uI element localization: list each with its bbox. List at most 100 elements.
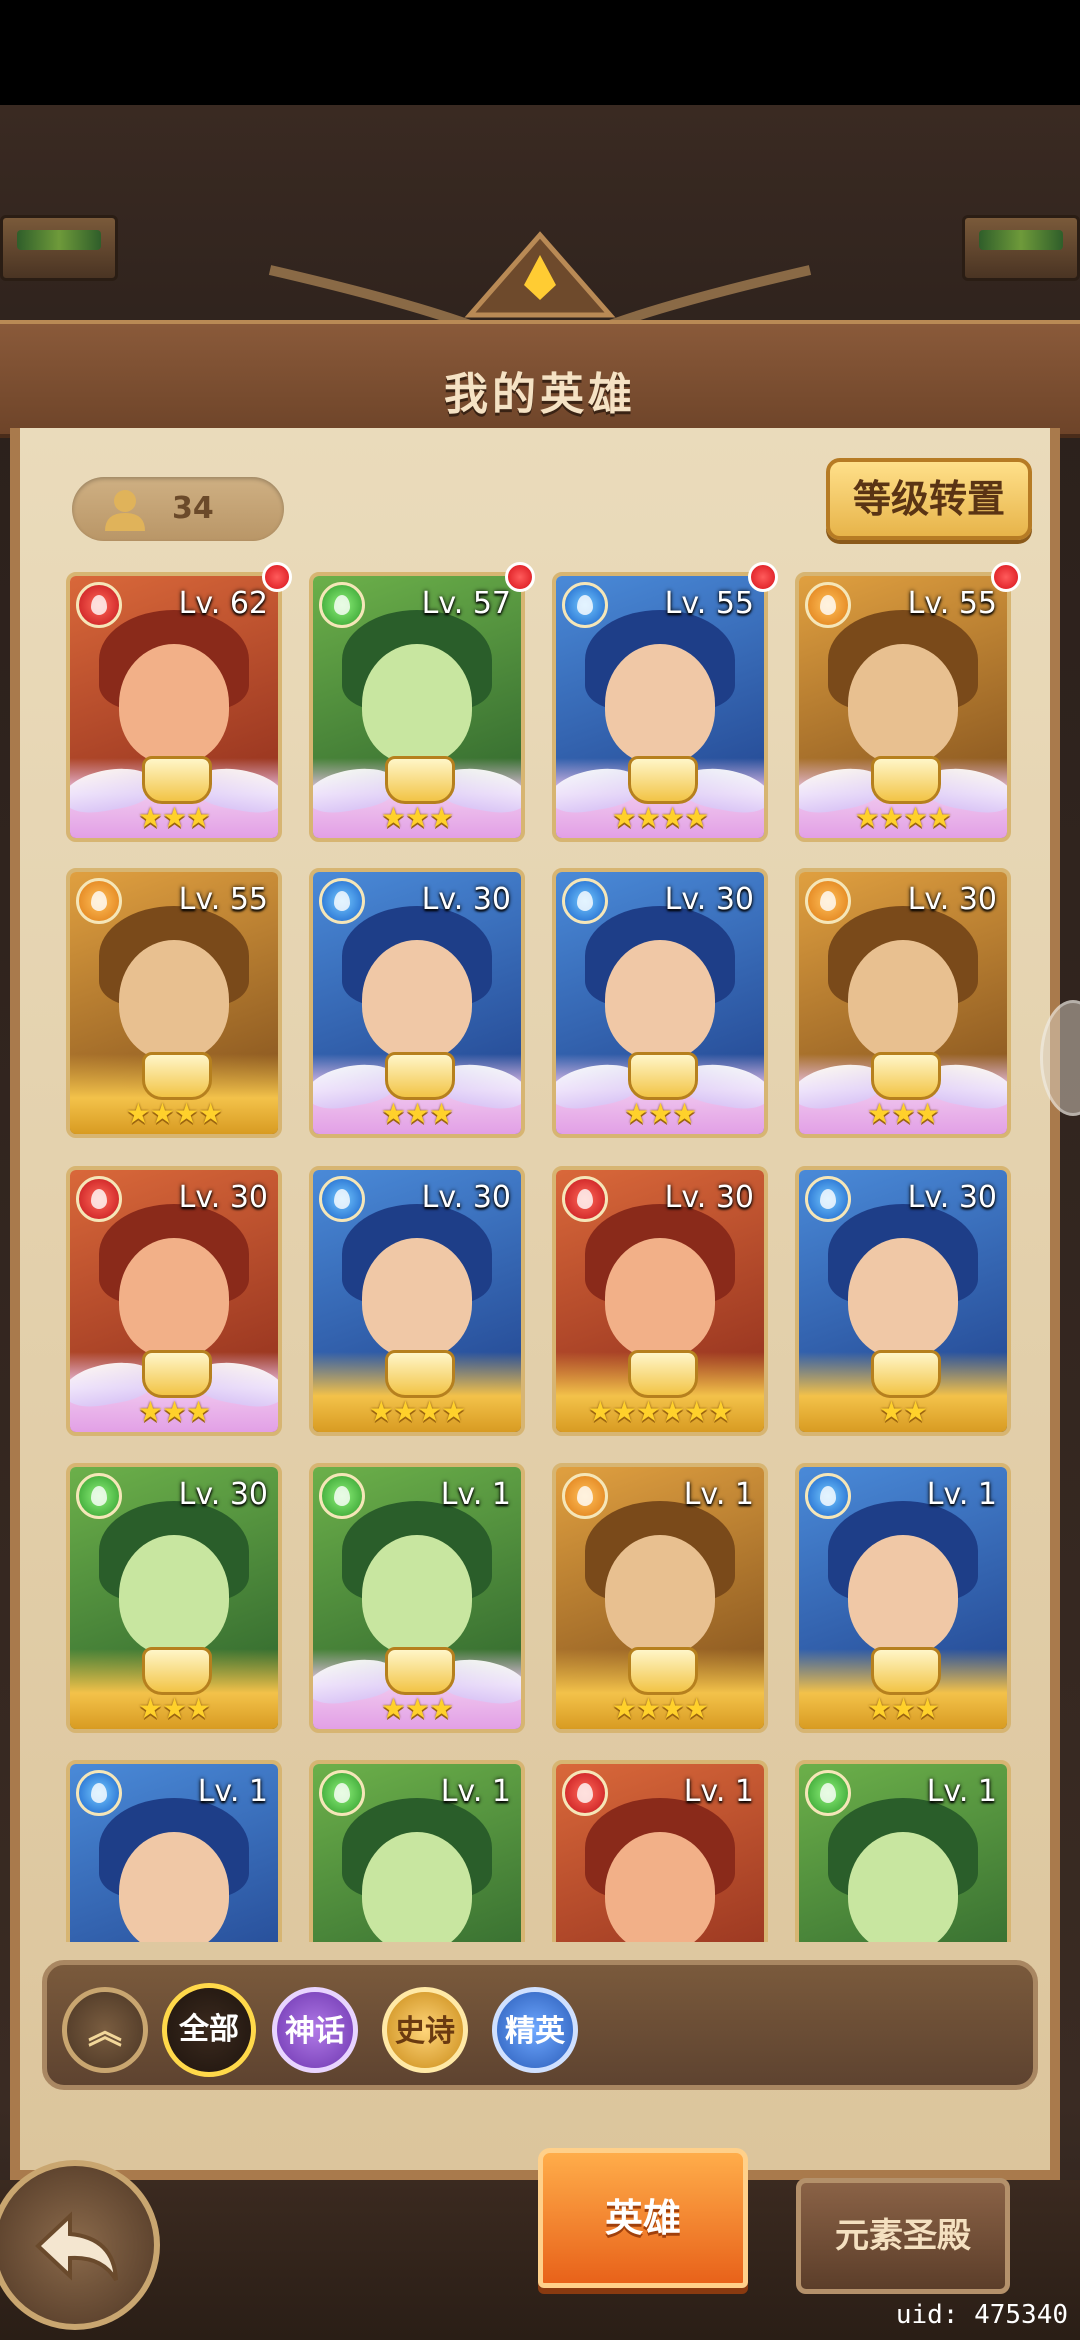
level-transfer-button[interactable]: 等级转置 xyxy=(826,458,1032,540)
rank-badge-icon xyxy=(385,1052,455,1100)
hero-level: Lv. 1 xyxy=(683,1774,754,1809)
uid-label: uid: 475340 xyxy=(895,2300,1068,2330)
hero-level: Lv. 1 xyxy=(440,1774,511,1809)
hero-level: Lv. 55 xyxy=(664,586,754,621)
star-rating: ★★★★ xyxy=(611,1692,709,1725)
hero-card[interactable]: Lv. 1 xyxy=(66,1760,282,1942)
hero-card[interactable]: ★★★ Lv. 30 xyxy=(552,868,768,1138)
star-rating: ★★★ xyxy=(623,1097,697,1130)
hero-grid: ★★★ Lv. 62 ★★★ Lv. 57 ★★★★ Lv. 55 ★★★★ Lv. 55 ★★… xyxy=(66,572,1016,1942)
tab-heroes[interactable]: 英雄 xyxy=(538,2148,748,2288)
rank-badge-icon xyxy=(628,1350,698,1398)
hero-card[interactable]: ★★★ Lv. 57 xyxy=(309,572,525,842)
star-rating: ★★★ xyxy=(137,801,211,834)
rank-badge-icon xyxy=(871,1052,941,1100)
star-rating: ★★★ xyxy=(380,1692,454,1725)
hero-card[interactable]: ★★★★ Lv. 55 xyxy=(66,868,282,1138)
wind-element-icon xyxy=(319,582,365,628)
water-element-icon xyxy=(319,1176,365,1222)
hero-level: Lv. 1 xyxy=(683,1477,754,1512)
new-notification-dot xyxy=(748,562,778,592)
page-title: 我的英雄 xyxy=(444,369,636,420)
hero-card[interactable]: ★★★ Lv. 30 xyxy=(309,868,525,1138)
hero-level: Lv. 1 xyxy=(440,1477,511,1512)
earth-element-icon xyxy=(76,878,122,924)
hero-count-value: 34 xyxy=(172,491,214,526)
hero-level: Lv. 55 xyxy=(178,882,268,917)
fire-element-icon xyxy=(76,582,122,628)
person-icon xyxy=(105,490,145,531)
hero-card[interactable]: ★★★★ Lv. 55 xyxy=(795,572,1011,842)
hero-card[interactable]: ★★★ Lv. 30 xyxy=(795,868,1011,1138)
water-element-icon xyxy=(805,1473,851,1519)
wind-element-icon xyxy=(805,1770,851,1816)
rank-badge-icon xyxy=(385,1350,455,1398)
hero-level: Lv. 1 xyxy=(926,1774,997,1809)
hero-card[interactable]: ★★★★ Lv. 1 xyxy=(552,1463,768,1733)
rank-badge-icon xyxy=(385,756,455,804)
hero-card[interactable]: ★★★★★★ Lv. 30 xyxy=(552,1166,768,1436)
hero-level: Lv. 30 xyxy=(178,1477,268,1512)
hero-card[interactable]: Lv. 1 xyxy=(309,1760,525,1942)
water-element-icon xyxy=(562,582,608,628)
hero-count-pill: 34 xyxy=(72,477,284,541)
star-rating: ★★★★ xyxy=(611,801,709,834)
tab-heroes-label: 英雄 xyxy=(604,2196,681,2240)
hero-level: Lv. 55 xyxy=(907,586,997,621)
wind-element-icon xyxy=(319,1770,365,1816)
hero-level: Lv. 30 xyxy=(421,1180,511,1215)
rank-badge-icon xyxy=(628,1647,698,1695)
rank-badge-icon xyxy=(142,1647,212,1695)
rank-badge-icon xyxy=(871,1350,941,1398)
filter-epic-button[interactable]: 史诗 xyxy=(382,1987,468,2073)
filter-all-button[interactable]: 全部 xyxy=(162,1983,256,2077)
star-rating: ★★★★ xyxy=(368,1395,466,1428)
hero-card[interactable]: ★★★ Lv. 30 xyxy=(66,1166,282,1436)
hero-card[interactable]: ★★★ Lv. 1 xyxy=(309,1463,525,1733)
level-transfer-label: 等级转置 xyxy=(852,477,1005,521)
wind-element-icon xyxy=(76,1473,122,1519)
fire-element-icon xyxy=(562,1176,608,1222)
hero-level: Lv. 1 xyxy=(926,1477,997,1512)
hero-level: Lv. 30 xyxy=(664,1180,754,1215)
rank-badge-icon xyxy=(385,1647,455,1695)
star-rating: ★★★ xyxy=(866,1692,940,1725)
hero-card[interactable]: ★★★ Lv. 62 xyxy=(66,572,282,842)
hero-level: Lv. 30 xyxy=(907,882,997,917)
earth-element-icon xyxy=(562,1473,608,1519)
rank-badge-icon xyxy=(142,1052,212,1100)
status-bar xyxy=(0,0,1080,105)
hero-card[interactable]: Lv. 1 xyxy=(552,1760,768,1942)
hero-card[interactable]: ★★★ Lv. 1 xyxy=(795,1463,1011,1733)
tab-elemental-temple[interactable]: 元素圣殿 xyxy=(796,2178,1010,2294)
collapse-chevron-icon[interactable]: ︽ xyxy=(62,1987,148,2073)
tab-elemental-temple-label: 元素圣殿 xyxy=(835,2216,971,2256)
hero-card[interactable]: ★★★★ Lv. 30 xyxy=(309,1166,525,1436)
rarity-filter-bar: ︽ 全部 神话 史诗 精英 xyxy=(42,1960,1038,2090)
rank-badge-icon xyxy=(142,756,212,804)
earth-element-icon xyxy=(805,878,851,924)
fire-element-icon xyxy=(562,1770,608,1816)
hero-card[interactable]: ★★ Lv. 30 xyxy=(795,1166,1011,1436)
hero-card[interactable]: ★★★ Lv. 30 xyxy=(66,1463,282,1733)
water-element-icon xyxy=(562,878,608,924)
rank-badge-icon xyxy=(142,1350,212,1398)
star-rating: ★★★ xyxy=(866,1097,940,1130)
new-notification-dot xyxy=(505,562,535,592)
hero-card[interactable]: ★★★★ Lv. 55 xyxy=(552,572,768,842)
water-element-icon xyxy=(805,1176,851,1222)
hero-card[interactable]: Lv. 1 xyxy=(795,1760,1011,1942)
star-rating: ★★★★ xyxy=(854,801,952,834)
rank-badge-icon xyxy=(628,1052,698,1100)
star-rating: ★★★★ xyxy=(125,1097,223,1130)
star-rating: ★★★ xyxy=(137,1395,211,1428)
filter-elite-button[interactable]: 精英 xyxy=(492,1987,578,2073)
filter-myth-button[interactable]: 神话 xyxy=(272,1987,358,2073)
rank-badge-icon xyxy=(871,1647,941,1695)
rank-badge-icon xyxy=(628,756,698,804)
star-rating: ★★ xyxy=(878,1395,928,1428)
new-notification-dot xyxy=(991,562,1021,592)
hero-level: Lv. 1 xyxy=(197,1774,268,1809)
hero-level: Lv. 30 xyxy=(421,882,511,917)
rank-badge-icon xyxy=(871,756,941,804)
